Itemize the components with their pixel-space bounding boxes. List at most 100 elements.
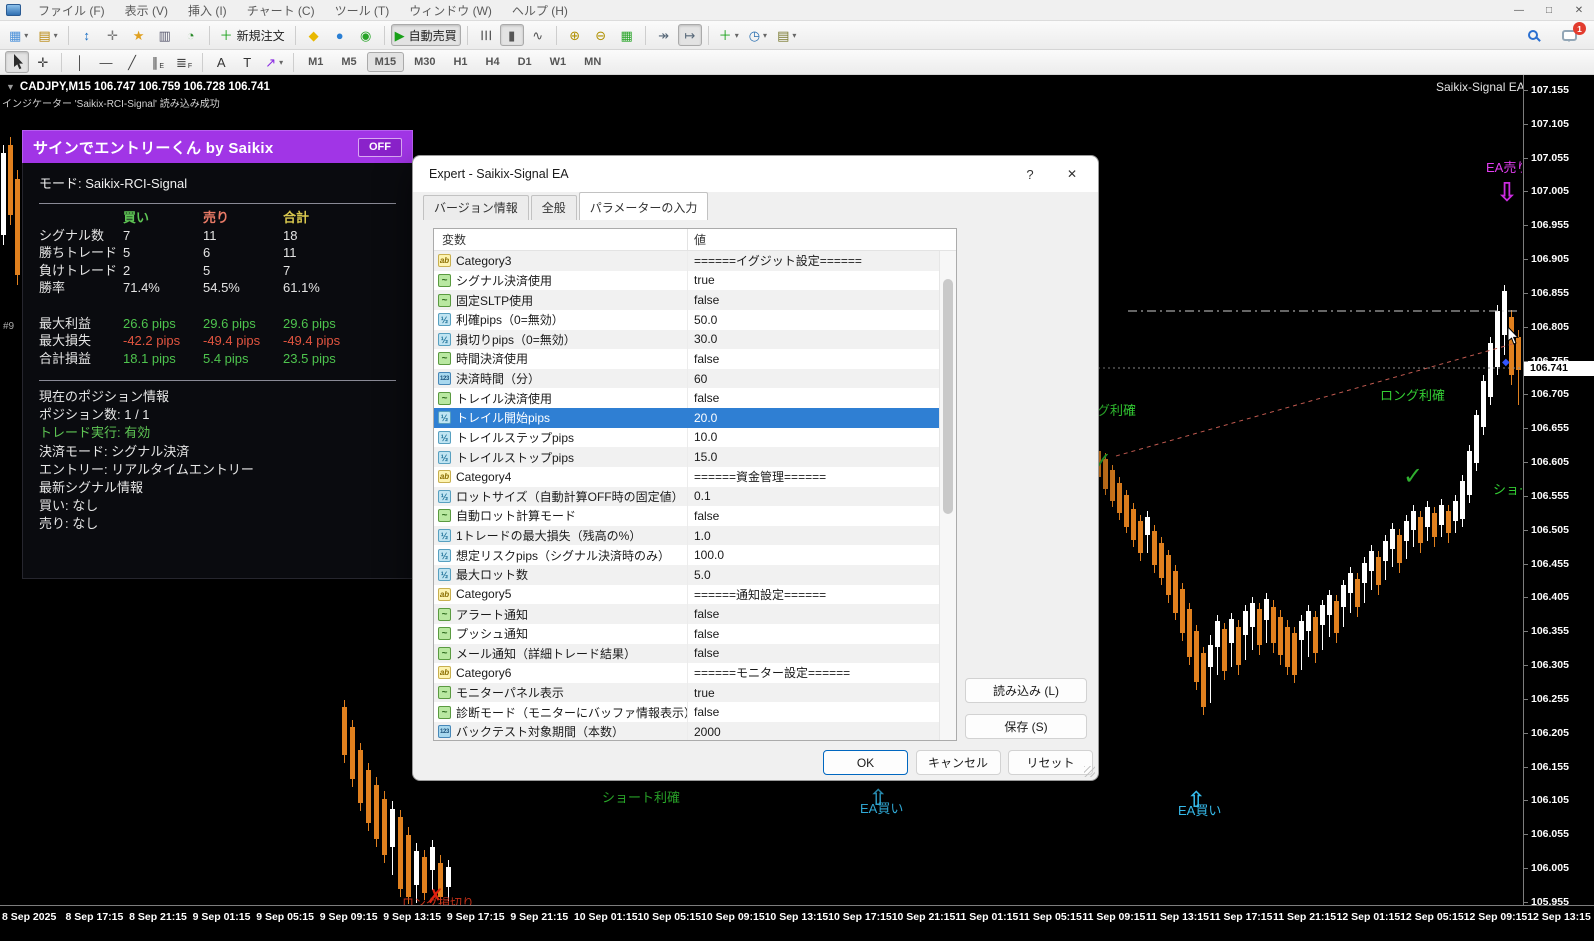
param-row[interactable]: abCategory6======モニター設定====== [434, 663, 939, 683]
dialog-titlebar[interactable]: Expert - Saikix-Signal EA [413, 156, 1098, 192]
param-row[interactable]: ~トレイル決済使用false [434, 388, 939, 408]
minimize-button[interactable]: — [1504, 0, 1534, 21]
param-row[interactable]: ½ロットサイズ（自動計算OFF時の固定値）0.1 [434, 487, 939, 507]
param-row[interactable]: ~プッシュ通知false [434, 624, 939, 644]
timeframe-m30-button[interactable]: M30 [406, 52, 443, 72]
vertical-line-button[interactable]: │ [68, 51, 92, 73]
timeframe-d1-button[interactable]: D1 [510, 52, 540, 72]
price-axis[interactable]: 106.741 107.155107.105107.055107.005106.… [1523, 75, 1594, 905]
reset-button[interactable]: リセット [1008, 750, 1093, 775]
mql5-community-button[interactable]: ● [328, 24, 352, 46]
chart-area[interactable]: EA売り⇩ロング利確グ利確✓✓ショーショート利確⇧EA買い⇧EA買い✗ロング損切… [0, 75, 1594, 941]
param-row[interactable]: 123バックテスト対象期間（本数）2000 [434, 722, 939, 740]
dialog-close-button[interactable]: ✕ [1056, 163, 1088, 185]
param-row[interactable]: ~固定SLTP使用false [434, 290, 939, 310]
navigator-button[interactable]: ★ [127, 24, 151, 46]
save-button[interactable]: 保存 (S) [965, 714, 1087, 739]
timeframe-mn-button[interactable]: MN [576, 52, 609, 72]
tab-common[interactable]: 全般 [531, 195, 577, 220]
table-scrollbar[interactable] [939, 251, 956, 740]
param-row[interactable]: ~メール通知（詳細トレード結果）false [434, 644, 939, 664]
search-button[interactable] [1521, 24, 1545, 46]
trendline-button[interactable]: ╱ [120, 51, 144, 73]
menu-charts[interactable]: チャート (C) [237, 0, 325, 21]
menu-view[interactable]: 表示 (V) [115, 0, 178, 21]
menu-insert[interactable]: 挿入 (I) [178, 0, 237, 21]
text-button[interactable]: A [209, 51, 233, 73]
menu-window[interactable]: ウィンドウ (W) [399, 0, 502, 21]
profiles-button[interactable]: ▤▾ [34, 24, 61, 46]
tab-inputs[interactable]: パラメーターの入力 [579, 192, 709, 220]
strategy-tester-button[interactable]: ◔ [179, 24, 203, 46]
param-row[interactable]: ½利確pips（0=無効）50.0 [434, 310, 939, 330]
indicators-button[interactable]: ＋▾ [715, 24, 743, 46]
timeframe-m5-button[interactable]: M5 [333, 52, 364, 72]
param-row[interactable]: ½トレイルステップpips10.0 [434, 428, 939, 448]
timeframe-m15-button[interactable]: M15 [367, 52, 404, 72]
time-axis[interactable]: 8 Sep 20258 Sep 17:158 Sep 21:159 Sep 01… [0, 905, 1594, 941]
periods-button[interactable]: ◷▾ [745, 24, 771, 46]
param-row[interactable]: abCategory4======資金管理====== [434, 467, 939, 487]
menu-tools[interactable]: ツール (T) [325, 0, 400, 21]
candlestick-chart-button[interactable]: ▮ [500, 24, 524, 46]
param-row[interactable]: ~アラート通知false [434, 604, 939, 624]
chart-shift-button[interactable]: ↦ [678, 24, 702, 46]
param-row[interactable]: ½1トレードの最大損失（残高の%）1.0 [434, 526, 939, 546]
panel-body: モード: Saikix-RCI-Signal 買い売り合計 シグナル数71118… [22, 163, 413, 579]
param-row[interactable]: ½最大ロット数5.0 [434, 565, 939, 585]
auto-scroll-button[interactable]: ↠ [652, 24, 676, 46]
menu-help[interactable]: ヘルプ (H) [502, 0, 578, 21]
timeframe-m1-button[interactable]: M1 [300, 52, 331, 72]
param-row[interactable]: ~自動ロット計算モードfalse [434, 506, 939, 526]
line-chart-button[interactable]: ∿ [526, 24, 550, 46]
signals-button[interactable]: ◉ [354, 24, 378, 46]
bar-chart-button[interactable]: ☰ [474, 24, 498, 46]
zoom-out-button[interactable]: ⊖ [589, 24, 613, 46]
zoom-in-button[interactable]: ⊕ [563, 24, 587, 46]
terminal-button[interactable]: ▥ [153, 24, 177, 46]
param-row[interactable]: ½損切りpips（0=無効）30.0 [434, 330, 939, 350]
param-value-cell: false [688, 293, 939, 307]
crosshair-button[interactable]: ✛ [31, 51, 55, 73]
load-button[interactable]: 読み込み (L) [965, 678, 1087, 703]
data-window-button[interactable]: ✛ [101, 24, 125, 46]
ok-button[interactable]: OK [823, 750, 908, 775]
equidistant-channel-button[interactable]: ∥E [146, 51, 170, 73]
param-row[interactable]: ~診断モード（モニターにバッファ情報表示）false [434, 702, 939, 722]
param-row[interactable]: ½トレイル開始pips20.0 [434, 408, 939, 428]
close-button[interactable]: ✕ [1564, 0, 1594, 21]
resize-grip[interactable] [1084, 766, 1095, 777]
arrows-button[interactable]: ↗▾ [261, 51, 287, 73]
new-chart-button[interactable]: ▦▾ [5, 24, 32, 46]
new-order-button[interactable]: ＋新規注文 [216, 24, 289, 46]
fibonacci-button[interactable]: ≣F [172, 51, 196, 73]
param-row[interactable]: 123決済時間（分）60 [434, 369, 939, 389]
notifications-button[interactable]: 1 [1557, 24, 1581, 46]
param-row[interactable]: ~モニターパネル表示true [434, 683, 939, 703]
cancel-button[interactable]: キャンセル [916, 750, 1001, 775]
tile-windows-button[interactable]: ▦ [615, 24, 639, 46]
auto-trading-button[interactable]: ▶自動売買 [391, 24, 461, 46]
param-row[interactable]: abCategory5======通知設定====== [434, 585, 939, 605]
param-row[interactable]: abCategory3======イグジット設定====== [434, 251, 939, 271]
one-click-arrow-icon[interactable]: ▼ [6, 82, 15, 92]
param-row[interactable]: ½想定リスクpips（シグナル決済時のみ）100.0 [434, 545, 939, 565]
cursor-button[interactable] [5, 51, 29, 73]
metaeditor-button[interactable]: ◆ [302, 24, 326, 46]
restore-button[interactable]: □ [1534, 0, 1564, 21]
timeframe-h1-button[interactable]: H1 [445, 52, 475, 72]
panel-off-button[interactable]: OFF [358, 138, 402, 157]
param-row[interactable]: ~シグナル決済使用true [434, 271, 939, 291]
text-label-button[interactable]: T [235, 51, 259, 73]
help-button[interactable]: ? [1014, 163, 1046, 185]
param-row[interactable]: ½トレイルストップpips15.0 [434, 447, 939, 467]
timeframe-h4-button[interactable]: H4 [478, 52, 508, 72]
market-watch-button[interactable]: ↕ [75, 24, 99, 46]
scrollbar-thumb[interactable] [943, 279, 953, 514]
tab-version-info[interactable]: バージョン情報 [423, 195, 529, 220]
templates-button[interactable]: ▤▾ [773, 24, 800, 46]
timeframe-w1-button[interactable]: W1 [542, 52, 575, 72]
param-row[interactable]: ~時間決済使用false [434, 349, 939, 369]
menu-file[interactable]: ファイル (F) [28, 0, 115, 21]
horizontal-line-button[interactable]: — [94, 51, 118, 73]
